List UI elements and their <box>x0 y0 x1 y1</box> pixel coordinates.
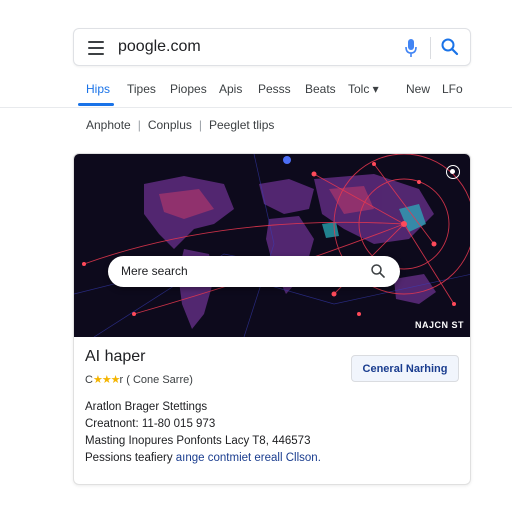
hero-map-image: Mere search NAJCN ST <box>74 154 470 337</box>
tab-new[interactable]: New <box>406 82 430 96</box>
menu-icon[interactable] <box>88 41 104 55</box>
tab-beats[interactable]: Beats <box>305 82 336 96</box>
image-search-box[interactable]: Mere search <box>108 256 400 287</box>
record-icon[interactable] <box>446 165 460 179</box>
tab-hips[interactable]: Hips <box>86 82 110 96</box>
world-map-network-graphic <box>74 154 470 337</box>
rating-row: C★★★r ( Cone Sarre) <box>85 373 193 386</box>
detail-line: Creatnont: 11-80 015 973 <box>85 418 216 430</box>
top-bar: poogle.com Hips Tipes Piopes Apis Pesss … <box>0 0 512 108</box>
rating-text: r ( Cone Sarre) <box>119 374 193 386</box>
address-bar[interactable]: poogle.com <box>73 28 471 66</box>
detail-line: Pessions teafiery aınge contmiet ereall … <box>85 450 321 467</box>
active-tab-indicator <box>78 103 114 106</box>
tab-piopes[interactable]: Piopes <box>170 82 207 96</box>
microphone-icon[interactable] <box>404 38 418 58</box>
divider <box>430 37 431 59</box>
result-card: Mere search NAJCN ST AI haper C★★★r ( Co… <box>73 153 471 485</box>
star-rating-icon: ★★★ <box>92 374 121 386</box>
location-pin-icon[interactable] <box>283 156 291 164</box>
search-icon[interactable] <box>370 263 386 279</box>
tab-tolc[interactable]: Tolc ▾ <box>348 82 379 96</box>
breadcrumb: Anphote | Conplus | Peeglet tlips <box>86 118 275 132</box>
detail-line: Masting Inopures Ponfonts Lacy T8, 44657… <box>85 435 311 447</box>
image-caption: NAJCN ST <box>414 320 464 330</box>
detail-text: Pessions teafiery <box>85 452 173 464</box>
detail-line: Aratlon Brager Stettings <box>85 401 208 413</box>
breadcrumb-item[interactable]: Anphote <box>86 118 131 132</box>
breadcrumb-item[interactable]: Conplus <box>148 118 192 132</box>
rating-prefix: C <box>85 374 93 386</box>
tab-tipes[interactable]: Tipes <box>127 82 156 96</box>
card-title[interactable]: AI haper <box>85 348 145 366</box>
details-list: Aratlon Brager Stettings Creatnont: 11-8… <box>85 399 321 467</box>
tab-lfo[interactable]: LFo <box>442 82 463 96</box>
breadcrumb-item[interactable]: Peeglet tlips <box>209 118 274 132</box>
tab-pesss[interactable]: Pesss <box>258 82 291 96</box>
address-text[interactable]: poogle.com <box>118 38 201 56</box>
detail-link[interactable]: aınge contmiet ereall Cllson. <box>176 452 321 464</box>
tab-apis[interactable]: Apis <box>219 82 242 96</box>
search-icon[interactable] <box>440 37 460 57</box>
image-search-placeholder[interactable]: Mere search <box>121 264 188 278</box>
cta-button[interactable]: Ceneral Narhing <box>351 355 459 382</box>
